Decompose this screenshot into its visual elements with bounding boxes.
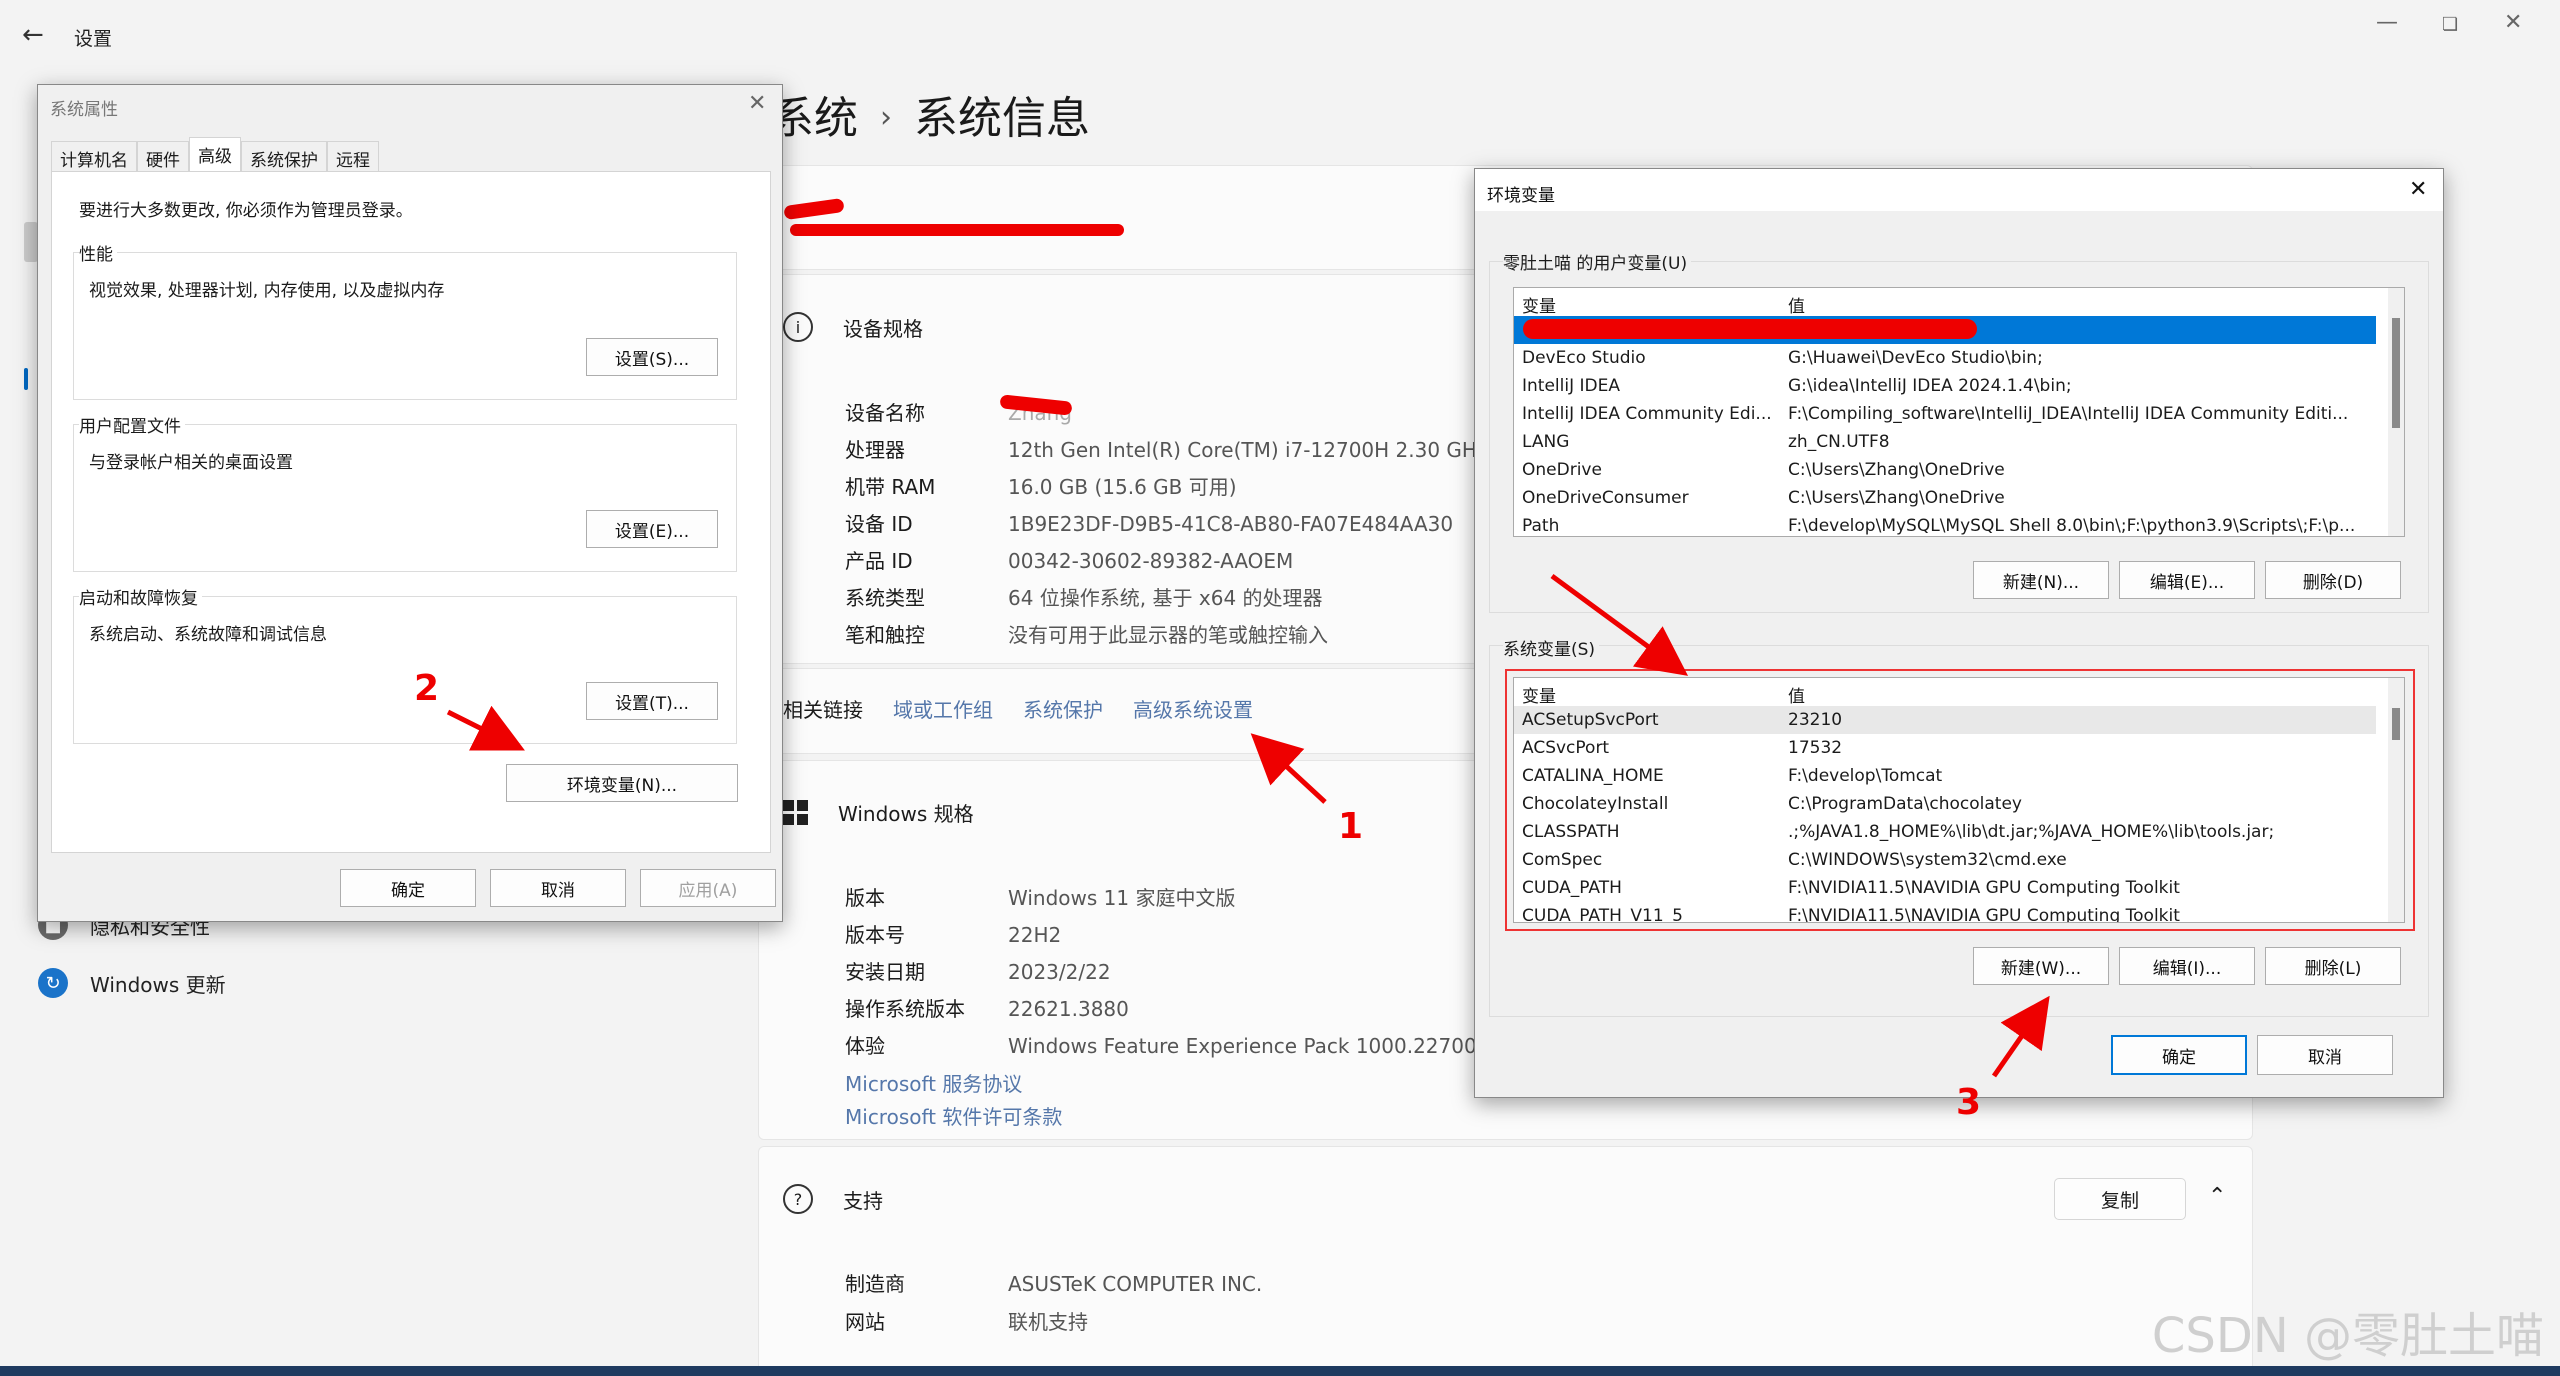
annotation-overlay [446, 573, 2050, 1078]
annotation-number-1: 1 [1338, 806, 1364, 847]
watermark: CSDN @零肚土喵 [2151, 1308, 2544, 1364]
taskbar-edge [0, 1366, 2560, 1376]
annotation-number-2: 2 [414, 668, 440, 709]
annotation-arrow-4 [1550, 573, 1689, 676]
annotation-arrow-2 [446, 705, 525, 751]
annotation-number-3: 3 [1956, 1082, 1982, 1123]
annotation-arrow-3 [1991, 995, 2050, 1078]
annotation-arrow-1 [1250, 733, 1327, 804]
